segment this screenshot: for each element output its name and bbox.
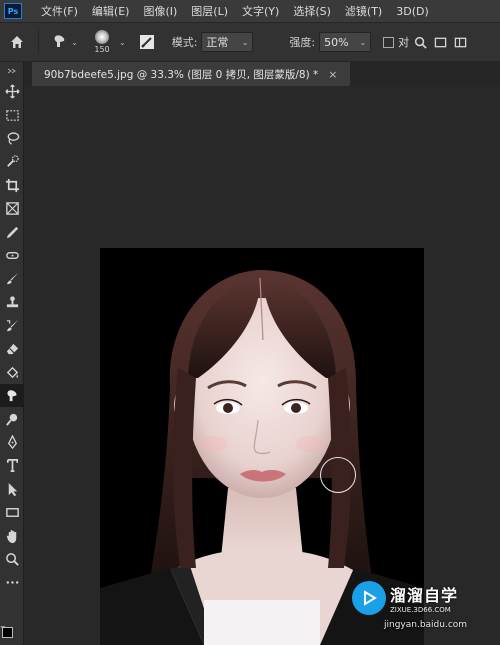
canvas-workspace[interactable] [24,86,500,645]
tools-panel: ⌐ [0,62,24,645]
document-tab-bar: 90b7bdeefe5.jpg @ 33.3% (图层 0 拷贝, 图层蒙版/8… [24,62,500,86]
menu-edit[interactable]: 编辑(E) [85,3,137,19]
color-swatches[interactable]: ⌐ [0,623,24,645]
brush-settings-icon[interactable] [134,29,160,55]
type-icon[interactable] [0,454,24,477]
chevron-down-icon: ⌄ [241,37,249,47]
menu-filter[interactable]: 滤镜(T) [338,3,389,19]
options-separator [38,30,39,54]
smudge-icon [52,33,68,52]
eraser-icon[interactable] [0,337,24,360]
frame-icon[interactable] [431,32,449,52]
zoom-icon[interactable] [0,548,24,571]
brush-tip-preview [95,30,109,44]
document-tab[interactable]: 90b7bdeefe5.jpg @ 33.3% (图层 0 拷贝, 图层蒙版/8… [32,62,350,86]
photoshop-logo: Ps [4,3,22,19]
sample-all-layers-checkbox[interactable] [383,36,395,48]
healing-icon[interactable] [0,244,24,267]
move-icon[interactable] [0,80,24,103]
chevron-down-icon: ⌄ [359,37,367,47]
brush-preset-picker[interactable]: 150 [85,24,119,60]
close-icon[interactable]: × [328,68,337,81]
bucket-icon[interactable] [0,361,24,384]
strength-label: 强度: [289,36,316,49]
frame-tool-icon[interactable] [0,197,24,220]
brush-icon[interactable] [0,267,24,290]
menu-bar: Ps 文件(F) 编辑(E) 图像(I) 图层(L) 文字(Y) 选择(S) 滤… [0,0,500,22]
home-icon[interactable] [2,27,32,57]
more-icon[interactable] [0,571,24,594]
menu-select[interactable]: 选择(S) [286,3,338,19]
path-select-icon[interactable] [0,478,24,501]
quick-select-icon[interactable] [0,150,24,173]
chevron-down-icon[interactable]: ⌄ [119,38,126,47]
eyedropper-icon[interactable] [0,220,24,243]
search-icon[interactable] [411,32,429,52]
watermark-name: 溜溜自学 [390,586,459,605]
sample-all-layers-label: 对 [398,36,410,49]
strength-dropdown[interactable]: 50% ⌄ [319,32,372,52]
mode-value: 正常 [206,36,229,49]
tool-preset-picker[interactable]: ⌄ [45,27,85,57]
mode-label: 模式: [171,36,198,49]
menu-file[interactable]: 文件(F) [34,3,85,19]
crop-icon[interactable] [0,174,24,197]
menu-type[interactable]: 文字(Y) [235,3,286,19]
watermark-baidu: jingyan.baidu.com [384,620,468,630]
stamp-icon[interactable] [0,291,24,314]
hand-icon[interactable] [0,524,24,547]
brush-size-value: 150 [94,45,110,54]
brush-cursor [320,457,356,493]
marquee-icon[interactable] [0,103,24,126]
history-brush-icon[interactable] [0,314,24,337]
play-logo-icon [352,581,386,615]
smudge-icon[interactable] [0,384,24,408]
mode-dropdown[interactable]: 正常 ⌄ [201,32,254,52]
document-tab-title: 90b7bdeefe5.jpg @ 33.3% (图层 0 拷贝, 图层蒙版/8… [44,68,319,81]
options-bar: ⌄ 150 ⌄ 模式: 正常 ⌄ 强度: 50% ⌄ 对 [0,22,500,62]
menu-layer[interactable]: 图层(L) [184,3,235,19]
chevron-down-icon: ⌄ [71,37,78,47]
menu-3d[interactable]: 3D(D) [389,5,436,18]
rectangle-icon[interactable] [0,501,24,524]
dodge-icon[interactable] [0,407,24,430]
toolbar-collapse-icon[interactable] [0,62,23,80]
strength-value: 50% [324,35,349,49]
foreground-color-swatch[interactable] [2,627,13,638]
lasso-icon[interactable] [0,127,24,150]
menu-image[interactable]: 图像(I) [136,3,184,19]
panels-icon[interactable] [451,32,469,52]
watermark: 溜溜自学 ZIXUE.3D66.COM [352,574,472,622]
pen-icon[interactable] [0,431,24,454]
watermark-url: ZIXUE.3D66.COM [390,606,451,614]
